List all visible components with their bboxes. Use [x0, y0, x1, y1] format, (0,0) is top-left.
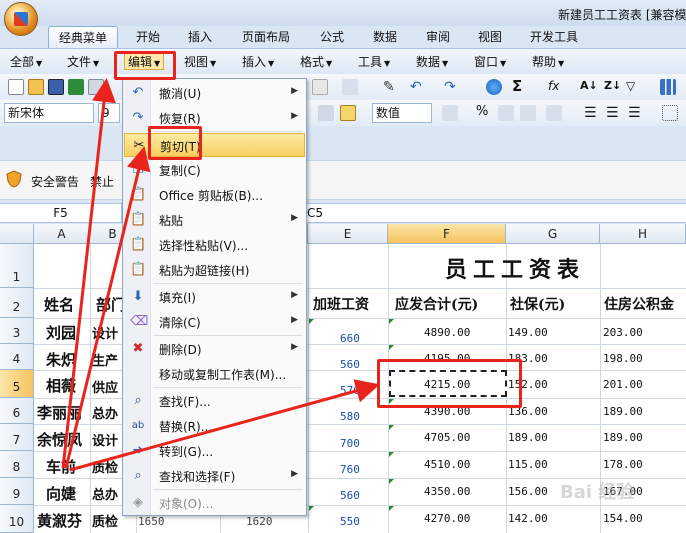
annotation-arrows	[61, 78, 380, 472]
arrow-to-cell	[69, 379, 380, 472]
arrow-to-cut	[64, 146, 151, 469]
excel-window: 新建员工工资表 [兼容模 经典菜单 开始 插入 页面布局 公式 数据 审阅 视图…	[0, 0, 686, 533]
arrow-to-edit-menu	[61, 78, 116, 469]
